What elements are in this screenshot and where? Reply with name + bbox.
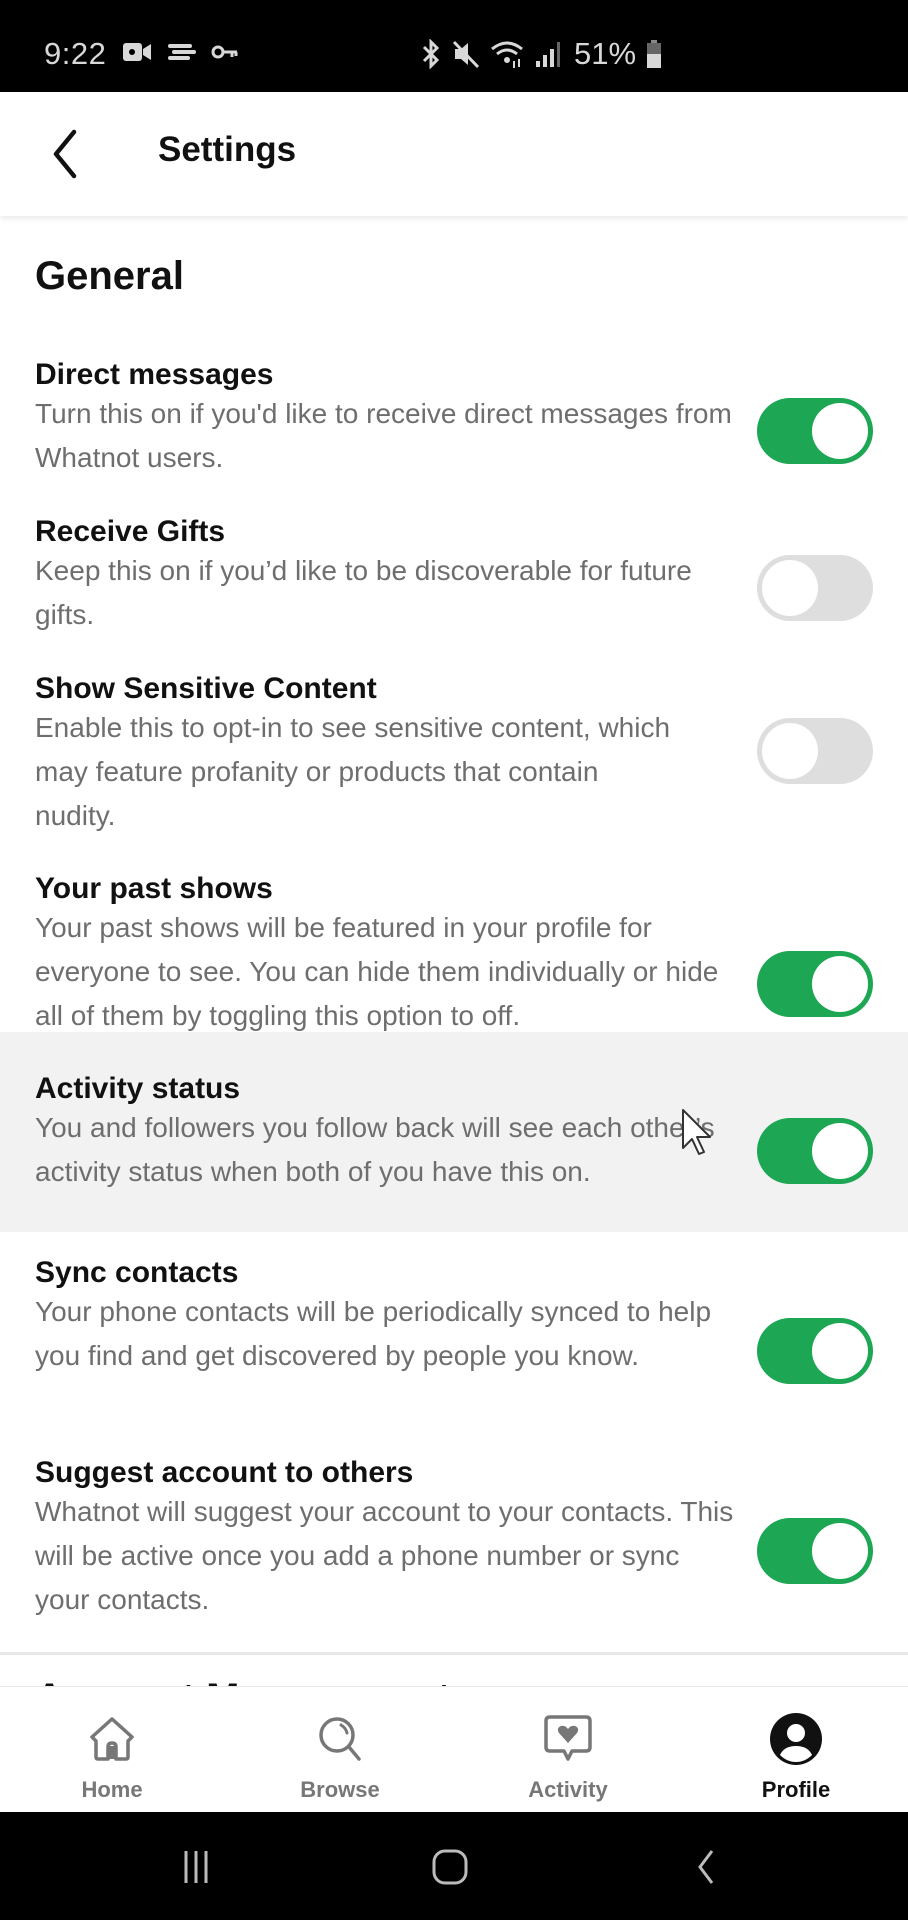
system-home-button[interactable] — [420, 1842, 480, 1892]
profile-icon — [770, 1713, 822, 1765]
setting-row-past-shows: Your past shows Your past shows will be … — [0, 848, 908, 1038]
setting-row-suggest-account: Suggest account to others Whatnot will s… — [0, 1432, 908, 1622]
setting-description: Your past shows will be featured in your… — [35, 912, 719, 1031]
nav-label: Browse — [300, 1777, 380, 1802]
setting-title: Receive Gifts — [35, 515, 226, 548]
setting-title: Suggest account to others — [35, 1456, 414, 1489]
section-title-account-management: Account Management — [35, 1676, 451, 1686]
setting-row-sensitive-content: Show Sensitive Content Enable this to op… — [0, 648, 908, 838]
system-back-button[interactable] — [676, 1842, 736, 1892]
nav-item-profile[interactable]: Profile — [706, 1687, 886, 1813]
back-icon — [698, 1850, 714, 1884]
status-bar: 9:22 51% — [0, 0, 908, 92]
setting-description: Your phone contacts will be periodically… — [35, 1296, 712, 1371]
past-shows-toggle[interactable] — [757, 951, 873, 1017]
signal-icon — [536, 42, 560, 67]
mute-icon — [452, 40, 480, 69]
recent-apps-icon — [184, 1851, 208, 1883]
video-camera-icon — [123, 43, 151, 61]
setting-title: Activity status — [35, 1072, 241, 1105]
bluetooth-icon — [422, 39, 440, 69]
activity-heart-icon — [544, 1715, 592, 1761]
setting-title: Direct messages — [35, 358, 274, 391]
setting-title: Show Sensitive Content — [35, 672, 377, 705]
cast-icon — [168, 44, 196, 60]
activity-status-toggle[interactable] — [757, 1118, 873, 1184]
settings-content[interactable]: General Direct messages Turn this on if … — [0, 216, 908, 1686]
setting-description: Turn this on if you'd like to receive di… — [35, 398, 732, 473]
wifi-icon — [491, 41, 523, 68]
section-divider — [0, 1652, 908, 1655]
page-title: Settings — [158, 130, 297, 169]
section-title-general: General — [35, 254, 184, 298]
nav-label: Home — [81, 1777, 143, 1802]
setting-row-receive-gifts: Receive Gifts Keep this on if you’d like… — [0, 491, 908, 641]
setting-description: You and followers you follow back will s… — [35, 1112, 715, 1187]
recent-apps-button[interactable] — [166, 1842, 226, 1892]
setting-row-direct-messages: Direct messages Turn this on if you'd li… — [0, 334, 908, 484]
search-icon — [319, 1717, 361, 1761]
setting-title: Your past shows — [35, 872, 273, 905]
sensitive-content-toggle[interactable] — [757, 718, 873, 784]
receive-gifts-toggle[interactable] — [757, 555, 873, 621]
app-header: Settings — [0, 92, 908, 216]
nav-label: Profile — [761, 1777, 831, 1802]
setting-row-activity-status: Activity status You and followers you fo… — [0, 1032, 908, 1232]
vpn-key-icon — [211, 45, 238, 59]
nav-item-activity[interactable]: Activity — [478, 1687, 658, 1813]
bottom-navigation: Home Browse Activity Profile — [0, 1686, 908, 1812]
home-circle-icon — [432, 1849, 468, 1885]
nav-label: Activity — [528, 1777, 608, 1802]
setting-description: Keep this on if you’d like to be discove… — [35, 555, 692, 630]
battery-percentage: 51% — [574, 36, 637, 71]
sync-contacts-toggle[interactable] — [757, 1318, 873, 1384]
setting-title: Sync contacts — [35, 1256, 239, 1289]
setting-row-sync-contacts: Sync contacts Your phone contacts will b… — [0, 1232, 908, 1422]
setting-description: Whatnot will suggest your account to you… — [35, 1496, 734, 1615]
home-icon — [90, 1717, 134, 1761]
system-navigation-bar — [0, 1812, 908, 1920]
back-button[interactable] — [40, 126, 90, 182]
status-time: 9:22 — [44, 36, 107, 71]
nav-item-home[interactable]: Home — [22, 1687, 202, 1813]
setting-description: Enable this to opt-in to see sensitive c… — [35, 712, 671, 831]
battery-icon — [647, 40, 662, 68]
direct-messages-toggle[interactable] — [757, 398, 873, 464]
chevron-left-icon — [53, 129, 77, 179]
nav-item-browse[interactable]: Browse — [250, 1687, 430, 1813]
mouse-cursor-icon — [682, 1109, 711, 1155]
suggest-account-toggle[interactable] — [757, 1518, 873, 1584]
